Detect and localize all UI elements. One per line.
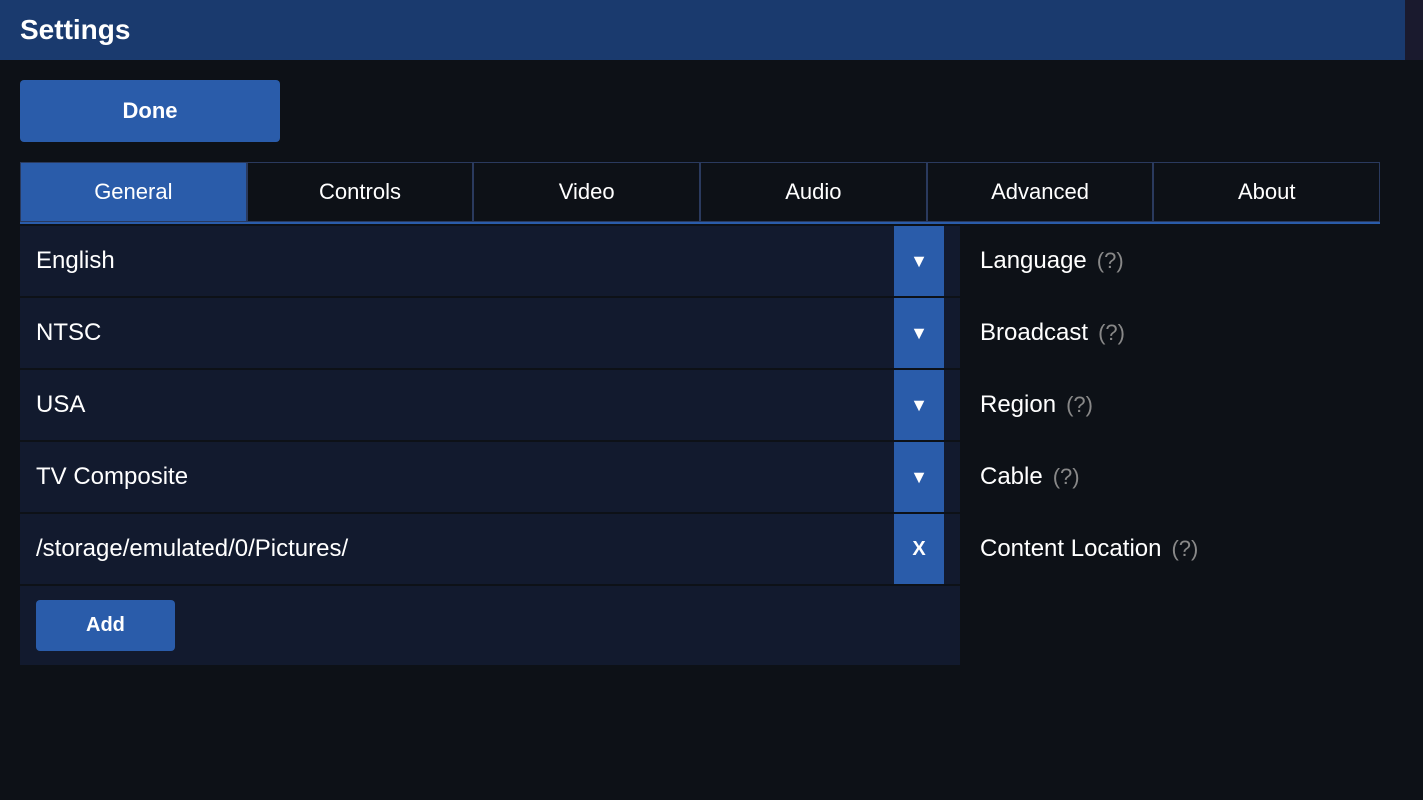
done-button-container: Done xyxy=(20,80,1403,142)
tab-general[interactable]: General xyxy=(20,162,247,222)
broadcast-label: Broadcast xyxy=(980,319,1088,347)
done-button[interactable]: Done xyxy=(20,80,280,142)
broadcast-arrow-icon: ▼ xyxy=(910,323,928,344)
language-left: English ▼ xyxy=(20,226,960,296)
language-row: English ▼ Language (?) xyxy=(20,226,1403,296)
add-button[interactable]: Add xyxy=(36,600,175,651)
cable-arrow-icon: ▼ xyxy=(910,467,928,488)
cable-row: TV Composite ▼ Cable (?) xyxy=(20,442,1403,512)
content-location-left: /storage/emulated/0/Pictures/ X xyxy=(20,514,960,584)
cable-label: Cable xyxy=(980,463,1043,491)
add-button-row: Add xyxy=(20,586,960,665)
content-location-row: /storage/emulated/0/Pictures/ X Content … xyxy=(20,514,1403,584)
language-help-icon[interactable]: (?) xyxy=(1097,248,1124,274)
tab-controls[interactable]: Controls xyxy=(247,162,474,222)
region-dropdown-arrow[interactable]: ▼ xyxy=(894,370,944,440)
main-content: Done General Controls Video Audio Advanc… xyxy=(0,60,1423,800)
tab-advanced[interactable]: Advanced xyxy=(927,162,1154,222)
add-row-filler xyxy=(960,586,1403,667)
settings-container: English ▼ Language (?) NTSC ▼ Broadcast … xyxy=(20,226,1403,667)
broadcast-right: Broadcast (?) xyxy=(960,298,1403,368)
content-location-help-icon[interactable]: (?) xyxy=(1171,536,1198,562)
page-title: Settings xyxy=(20,14,130,46)
broadcast-left: NTSC ▼ xyxy=(20,298,960,368)
tab-audio[interactable]: Audio xyxy=(700,162,927,222)
broadcast-row: NTSC ▼ Broadcast (?) xyxy=(20,298,1403,368)
tab-nav-bar: General Controls Video Audio Advanced Ab… xyxy=(20,162,1380,224)
region-value: USA xyxy=(36,391,894,419)
language-value: English xyxy=(36,247,894,275)
cable-dropdown-arrow[interactable]: ▼ xyxy=(894,442,944,512)
language-label: Language xyxy=(980,247,1087,275)
tab-about[interactable]: About xyxy=(1153,162,1380,222)
region-help-icon[interactable]: (?) xyxy=(1066,392,1093,418)
cable-right: Cable (?) xyxy=(960,442,1403,512)
content-location-label: Content Location xyxy=(980,535,1161,563)
broadcast-value: NTSC xyxy=(36,319,894,347)
dropdown-arrow-icon: ▼ xyxy=(910,251,928,272)
cable-help-icon[interactable]: (?) xyxy=(1053,464,1080,490)
region-arrow-icon: ▼ xyxy=(910,395,928,416)
content-location-right: Content Location (?) xyxy=(960,514,1403,584)
broadcast-dropdown-arrow[interactable]: ▼ xyxy=(894,298,944,368)
region-row: USA ▼ Region (?) xyxy=(20,370,1403,440)
region-right: Region (?) xyxy=(960,370,1403,440)
region-label: Region xyxy=(980,391,1056,419)
add-button-row-container: Add xyxy=(20,586,1403,667)
region-left: USA ▼ xyxy=(20,370,960,440)
language-right: Language (?) xyxy=(960,226,1403,296)
x-button-icon: X xyxy=(912,538,925,561)
content-location-x-button[interactable]: X xyxy=(894,514,944,584)
tab-navigation: General Controls Video Audio Advanced Ab… xyxy=(20,162,1380,224)
cable-value: TV Composite xyxy=(36,463,894,491)
cable-left: TV Composite ▼ xyxy=(20,442,960,512)
tab-video[interactable]: Video xyxy=(473,162,700,222)
content-location-value: /storage/emulated/0/Pictures/ xyxy=(36,535,894,563)
broadcast-help-icon[interactable]: (?) xyxy=(1098,320,1125,346)
title-bar: Settings xyxy=(0,0,1423,60)
language-dropdown-arrow[interactable]: ▼ xyxy=(894,226,944,296)
